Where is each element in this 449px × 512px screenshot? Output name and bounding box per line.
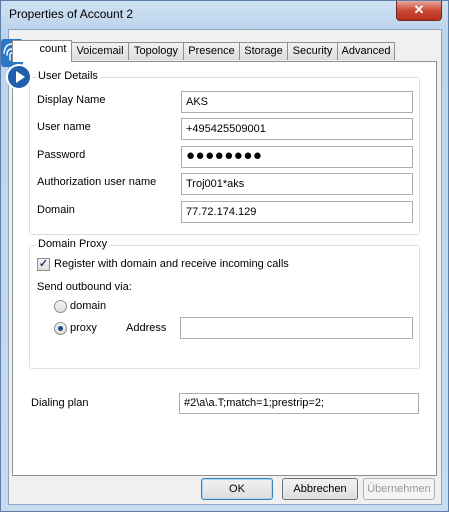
tab-topology[interactable]: Topology xyxy=(128,42,184,60)
radio-proxy-label[interactable]: proxy xyxy=(70,322,97,334)
ok-button[interactable]: OK xyxy=(201,478,273,500)
dialing-plan-field[interactable]: #2\a\a.T;match=1;prestrip=2; xyxy=(179,393,419,414)
apply-button: Übernehmen xyxy=(363,478,435,500)
tab-account[interactable]: count xyxy=(12,40,72,62)
register-checkbox[interactable]: ✓ xyxy=(37,258,50,271)
auth-user-field[interactable]: Troj001*aks xyxy=(181,173,413,195)
password-label: Password xyxy=(37,149,86,161)
address-field[interactable] xyxy=(180,317,413,339)
send-outbound-label: Send outbound via: xyxy=(37,281,132,293)
tab-advanced[interactable]: Advanced xyxy=(337,42,395,60)
dialing-plan-label: Dialing plan xyxy=(31,397,89,409)
cancel-button[interactable]: Abbrechen xyxy=(282,478,358,500)
register-label[interactable]: Register with domain and receive incomin… xyxy=(54,258,289,270)
tab-storage[interactable]: Storage xyxy=(239,42,288,60)
dialog-body: count Voicemail Topology Presence Storag… xyxy=(8,29,442,505)
user-name-label: User name xyxy=(37,121,91,133)
radio-proxy[interactable] xyxy=(54,322,67,335)
user-name-field[interactable]: +495425509001 xyxy=(181,118,413,140)
tab-security[interactable]: Security xyxy=(287,42,338,60)
title-bar[interactable]: Properties of Account 2 ✕ xyxy=(1,1,448,29)
account-tab-panel: User Details Display Name AKS User name … xyxy=(12,61,437,476)
radio-domain[interactable] xyxy=(54,300,67,313)
auth-user-label: Authorization user name xyxy=(37,176,157,188)
domain-field[interactable]: 77.72.174.129 xyxy=(181,201,413,223)
radio-domain-label[interactable]: domain xyxy=(70,300,106,312)
user-details-group: User Details Display Name AKS User name … xyxy=(29,70,420,235)
address-label: Address xyxy=(126,322,167,334)
display-name-label: Display Name xyxy=(37,94,106,106)
tab-presence[interactable]: Presence xyxy=(183,42,240,60)
password-field[interactable]: ●●●●●●●● xyxy=(181,146,413,168)
properties-window: Properties of Account 2 ✕ count Voicemai… xyxy=(0,0,449,512)
window-title: Properties of Account 2 xyxy=(9,7,134,21)
tab-voicemail[interactable]: Voicemail xyxy=(71,42,129,60)
domain-label: Domain xyxy=(37,204,75,216)
tab-account-label: count xyxy=(39,43,67,55)
close-button[interactable]: ✕ xyxy=(396,1,442,21)
domain-proxy-group: Domain Proxy ✓ Register with domain and … xyxy=(29,238,420,369)
display-name-field[interactable]: AKS xyxy=(181,91,413,113)
user-details-title: User Details xyxy=(36,70,100,82)
domain-proxy-title: Domain Proxy xyxy=(36,238,110,250)
